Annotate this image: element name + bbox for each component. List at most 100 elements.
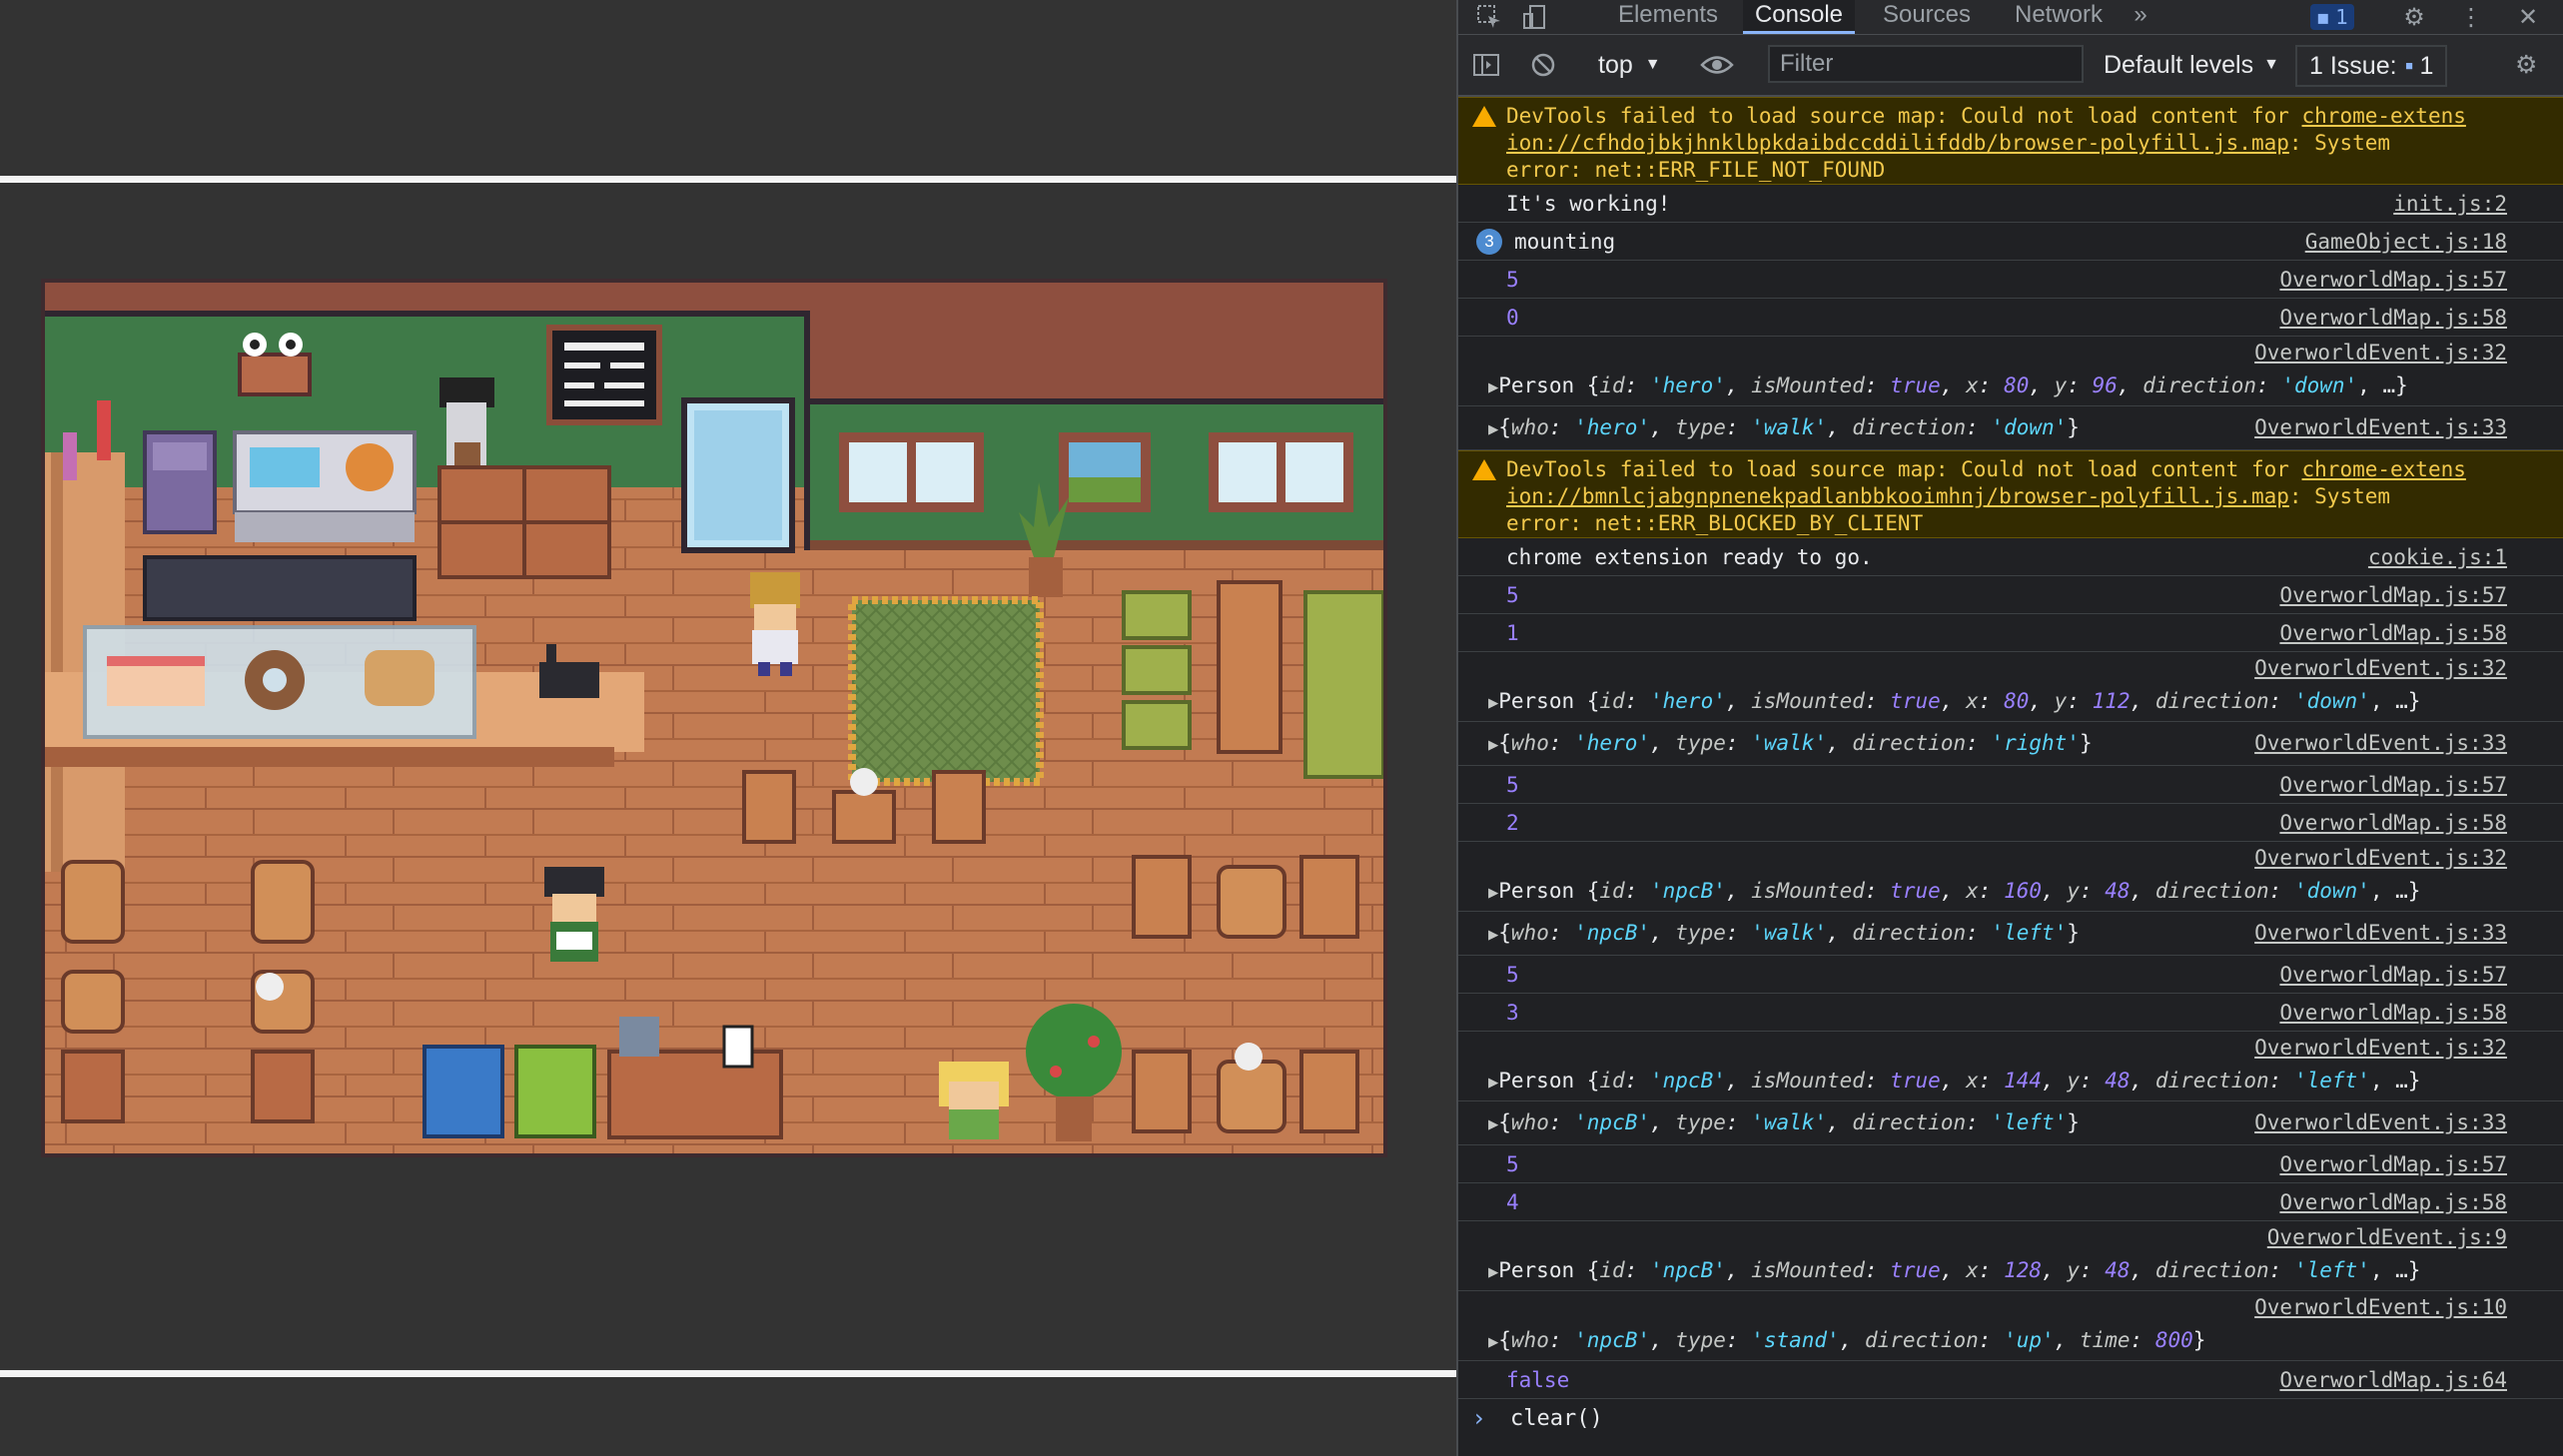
console-object-row[interactable]: OverworldEvent.js:33 ▶{who: 'hero', type… [1458, 722, 2563, 766]
source-link[interactable]: GameObject.js:18 [2305, 230, 2507, 254]
log-levels-dropdown[interactable]: Default levels ▼ [2104, 45, 2279, 85]
clear-console-icon[interactable] [1530, 45, 1556, 85]
source-map-link[interactable]: ion://bmnlcjabgnpnenekpadlanbbkooimhnj/b… [1506, 484, 2289, 508]
source-map-link[interactable]: ion://cfhdojbkjhnklbpkdaibdccddilifddb/b… [1506, 131, 2289, 155]
console-warning: DevTools failed to load source map: Coul… [1458, 97, 2563, 185]
expand-triangle-icon[interactable]: ▶ [1488, 1262, 1498, 1282]
blue-bin [423, 1045, 504, 1138]
close-devtools-icon[interactable]: ✕ [2511, 0, 2545, 34]
chevron-down-icon: ▼ [2263, 56, 2279, 73]
source-link[interactable]: OverworldMap.js:58 [2279, 1190, 2507, 1214]
tab-network[interactable]: Network [1998, 0, 2120, 34]
expand-triangle-icon[interactable]: ▶ [1488, 1332, 1498, 1352]
tab-elements[interactable]: Elements [1608, 0, 1728, 34]
source-link[interactable]: OverworldMap.js:57 [2279, 583, 2507, 607]
expand-triangle-icon[interactable]: ▶ [1488, 1114, 1498, 1134]
console-object-row[interactable]: OverworldEvent.js:9 ▶Person {id: 'npcB',… [1458, 1221, 2563, 1291]
context-selector[interactable]: top ▼ [1598, 45, 1661, 85]
object-preview[interactable]: ▶{who: 'npcB', type: 'stand', direction:… [1488, 1328, 2551, 1352]
source-link[interactable]: OverworldEvent.js:32 [2254, 846, 2507, 870]
object-preview[interactable]: ▶{who: 'hero', type: 'walk', direction: … [1488, 415, 2551, 439]
source-link[interactable]: OverworldMap.js:57 [2279, 1152, 2507, 1176]
console-prompt[interactable]: › clear() [1458, 1400, 2563, 1440]
live-expression-eye-icon[interactable] [1700, 45, 1734, 85]
levels-label: Default levels [2104, 50, 2254, 79]
warning-message: DevTools failed to load source map: Coul… [1506, 104, 2466, 182]
source-link[interactable]: OverworldEvent.js:9 [2267, 1225, 2507, 1249]
source-link[interactable]: OverworldEvent.js:10 [2254, 1295, 2507, 1319]
object-preview[interactable]: ▶{who: 'npcB', type: 'walk', direction: … [1488, 1110, 2551, 1134]
expand-triangle-icon[interactable]: ▶ [1488, 1073, 1498, 1092]
console-settings-gear-icon[interactable]: ⚙ [2515, 45, 2537, 85]
object-preview[interactable]: ▶Person {id: 'npcB', isMounted: true, x:… [1488, 1258, 2551, 1282]
filter-input[interactable] [1768, 45, 2084, 83]
top-rule [0, 176, 1456, 183]
console-object-row[interactable]: OverworldEvent.js:33 ▶{who: 'hero', type… [1458, 406, 2563, 450]
cash-register [539, 662, 599, 698]
source-link[interactable]: cookie.js:1 [2368, 545, 2507, 569]
console-log: chrome extension ready to go. cookie.js:… [1458, 538, 2563, 576]
kebab-menu-icon[interactable]: ⋮ [2457, 0, 2485, 34]
cafe-map [45, 283, 1383, 1153]
issues-button[interactable]: 1 Issue: ▪ 1 [2295, 45, 2448, 87]
expand-triangle-icon[interactable]: ▶ [1488, 377, 1498, 397]
more-tabs-icon[interactable]: » [2126, 0, 2155, 34]
messages-count: 1 [2335, 5, 2349, 29]
source-link[interactable]: init.js:2 [2393, 192, 2507, 216]
device-toolbar-icon[interactable] [1518, 0, 1552, 34]
expand-triangle-icon[interactable]: ▶ [1488, 925, 1498, 945]
source-link[interactable]: OverworldEvent.js:32 [2254, 656, 2507, 680]
hero-sprite [750, 572, 800, 676]
potted-tree [1026, 1004, 1122, 1099]
console-object-row[interactable]: OverworldEvent.js:32 ▶Person {id: 'hero'… [1458, 652, 2563, 722]
console-object-row[interactable]: OverworldEvent.js:33 ▶{who: 'npcB', type… [1458, 1101, 2563, 1145]
tab-console[interactable]: Console [1743, 0, 1855, 34]
source-link[interactable]: OverworldMap.js:58 [2279, 811, 2507, 835]
issues-label: 1 Issue: [2309, 51, 2397, 80]
source-link[interactable]: OverworldMap.js:58 [2279, 621, 2507, 645]
object-preview[interactable]: ▶Person {id: 'hero', isMounted: true, x:… [1488, 373, 2551, 397]
source-map-link[interactable]: chrome-extens [2302, 104, 2466, 128]
tab-sources[interactable]: Sources [1868, 0, 1986, 34]
object-preview[interactable]: ▶{who: 'npcB', type: 'walk', direction: … [1488, 921, 2551, 945]
settings-gear-icon[interactable]: ⚙ [2397, 0, 2431, 34]
expand-triangle-icon[interactable]: ▶ [1488, 735, 1498, 755]
expand-triangle-icon[interactable]: ▶ [1488, 693, 1498, 713]
source-link[interactable]: OverworldMap.js:64 [2279, 1368, 2507, 1392]
console-log: 2 OverworldMap.js:58 [1458, 804, 2563, 842]
object-preview[interactable]: ▶Person {id: 'npcB', isMounted: true, x:… [1488, 879, 2551, 903]
inspect-element-icon[interactable] [1472, 0, 1506, 34]
object-preview[interactable]: ▶Person {id: 'hero', isMounted: true, x:… [1488, 689, 2551, 713]
source-link[interactable]: OverworldMap.js:57 [2279, 268, 2507, 292]
repeat-count-badge: 3 [1476, 229, 1502, 255]
npc-sprite [544, 867, 604, 962]
source-link[interactable]: OverworldMap.js:57 [2279, 773, 2507, 797]
console-output[interactable]: DevTools failed to load source map: Coul… [1458, 97, 2563, 1456]
source-link[interactable]: OverworldMap.js:58 [2279, 1001, 2507, 1025]
expand-triangle-icon[interactable]: ▶ [1488, 419, 1498, 439]
expand-triangle-icon[interactable]: ▶ [1488, 883, 1498, 903]
source-link[interactable]: OverworldEvent.js:32 [2254, 1036, 2507, 1060]
source-link[interactable]: OverworldMap.js:58 [2279, 306, 2507, 330]
source-map-link[interactable]: chrome-extens [2302, 457, 2466, 481]
game-canvas[interactable] [41, 279, 1387, 1157]
source-link[interactable]: OverworldMap.js:57 [2279, 963, 2507, 987]
console-object-row[interactable]: OverworldEvent.js:32 ▶Person {id: 'hero'… [1458, 337, 2563, 406]
console-object-row[interactable]: OverworldEvent.js:33 ▶{who: 'npcB', type… [1458, 912, 2563, 956]
warning-message: DevTools failed to load source map: Coul… [1506, 457, 2466, 535]
warning-icon [1472, 106, 1496, 127]
chevron-down-icon: ▼ [1644, 56, 1661, 73]
console-object-row[interactable]: OverworldEvent.js:10 ▶{who: 'npcB', type… [1458, 1291, 2563, 1361]
message-icon: ▪ [2315, 5, 2330, 29]
source-link[interactable]: OverworldEvent.js:32 [2254, 341, 2507, 364]
console-log: 5 OverworldMap.js:57 [1458, 956, 2563, 994]
messages-badge[interactable]: ▪ 1 [2299, 0, 2365, 34]
object-preview[interactable]: ▶{who: 'hero', type: 'walk', direction: … [1488, 731, 2551, 755]
console-object-row[interactable]: OverworldEvent.js:32 ▶Person {id: 'npcB'… [1458, 1032, 2563, 1101]
bottom-rule [0, 1370, 1456, 1377]
object-preview[interactable]: ▶Person {id: 'npcB', isMounted: true, x:… [1488, 1069, 2551, 1092]
sidebar-toggle-icon[interactable] [1472, 45, 1500, 85]
issue-message-icon: ▪ [2404, 51, 2414, 80]
console-object-row[interactable]: OverworldEvent.js:32 ▶Person {id: 'npcB'… [1458, 842, 2563, 912]
prompt-input-text[interactable]: clear() [1510, 1406, 1603, 1431]
